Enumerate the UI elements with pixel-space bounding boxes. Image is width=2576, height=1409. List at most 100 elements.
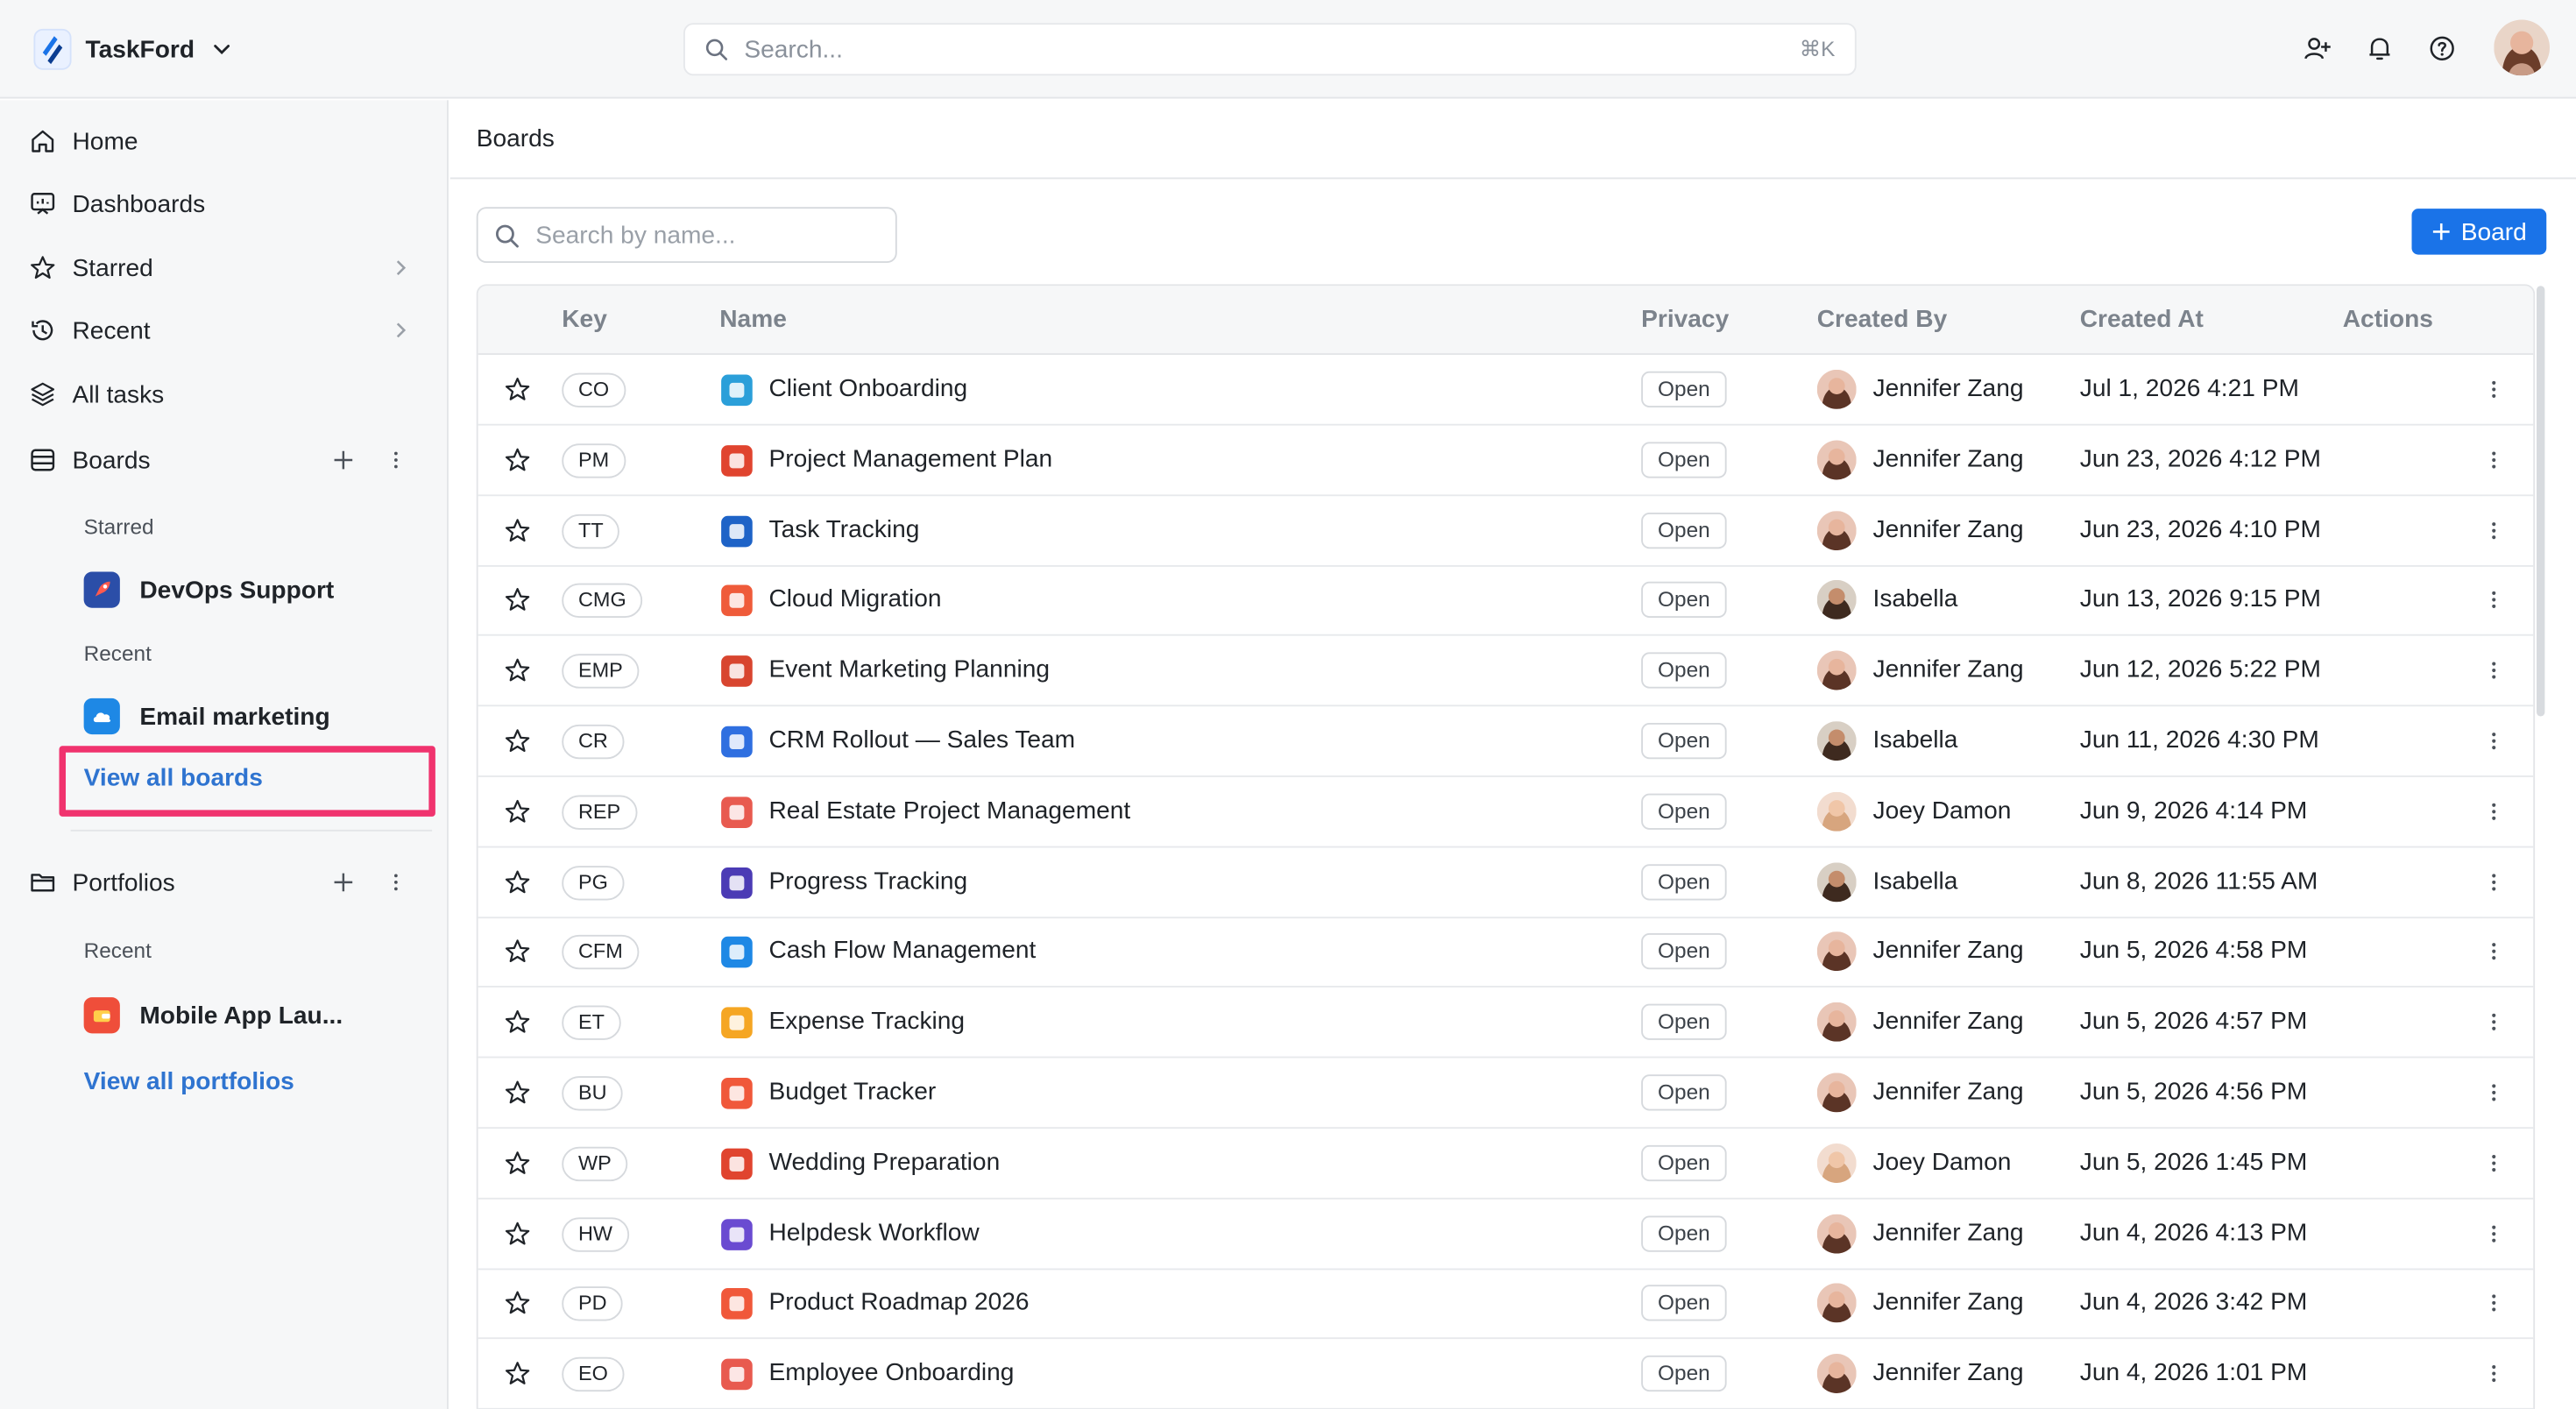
table-row[interactable]: PD Product Roadmap 2026 Open Jennifer Zang J… [478,1269,2534,1340]
sidebar-item-dashboards[interactable]: Dashboards [30,186,411,222]
board-name[interactable]: Helpdesk Workflow [769,1218,980,1246]
user-avatar[interactable] [2494,19,2550,76]
rocket-icon [83,571,120,608]
star-icon[interactable] [505,798,531,825]
more-vertical-icon[interactable] [2486,1150,2502,1176]
more-vertical-icon[interactable] [2486,798,2502,825]
app-name: TaskFord [85,35,195,64]
board-name[interactable]: Progress Tracking [769,867,968,895]
table-row[interactable]: TT Task Tracking Open Jennifer Zang Jun 23, … [478,495,2534,567]
table-row[interactable]: CR CRM Rollout — Sales Team Open Isabella Ju… [478,706,2534,777]
more-vertical-icon[interactable] [2486,1291,2502,1317]
sidebar-item-recent[interactable]: Recent [30,312,411,348]
star-icon[interactable] [505,447,531,473]
table-row[interactable]: EO Employee Onboarding Open Jennifer Zang Ju… [478,1339,2534,1409]
board-name[interactable]: CRM Rollout — Sales Team [769,726,1076,754]
star-icon[interactable] [505,1220,531,1246]
created-at-date: Jun 4, 2026 1:01 PM [2079,1358,2308,1387]
table-row[interactable]: PM Project Management Plan Open Jennifer Za… [478,425,2534,496]
board-name[interactable]: Cloud Migration [769,585,942,613]
more-vertical-icon[interactable] [385,871,407,894]
table-row[interactable]: PG Progress Tracking Open Isabella Jun 8, 20… [478,847,2534,918]
board-name[interactable]: Expense Tracking [769,1008,966,1036]
star-icon [31,256,55,279]
column-name[interactable]: Name [719,306,787,334]
sidebar-item-starred[interactable]: Starred [30,250,411,286]
add-board-button[interactable]: Board [2411,209,2547,255]
board-search[interactable] [476,207,897,263]
created-at-date: Jun 12, 2026 5:22 PM [2079,655,2321,684]
more-vertical-icon[interactable] [2486,447,2502,473]
star-icon[interactable] [505,938,531,965]
star-icon[interactable] [505,1150,531,1176]
board-name[interactable]: Budget Tracker [769,1078,937,1106]
board-search-input[interactable] [535,221,880,250]
invite-user-button[interactable] [2300,32,2333,65]
help-button[interactable] [2425,32,2459,65]
more-vertical-icon[interactable] [2486,1220,2502,1246]
table-row[interactable]: ET Expense Tracking Open Jennifer Zang Jun 5… [478,988,2534,1059]
sidebar-item-boards[interactable]: Boards [30,442,411,478]
sidebar-item-portfolios[interactable]: Portfolios [30,864,411,900]
board-key-badge: CR [562,724,625,760]
star-icon[interactable] [505,587,531,613]
more-vertical-icon[interactable] [2486,938,2502,965]
table-row[interactable]: REP Real Estate Project Management Open Joe… [478,776,2534,848]
board-name[interactable]: Task Tracking [769,515,920,543]
workspace-switcher[interactable]: TaskFord [33,28,235,71]
sidebar-item-all-tasks[interactable]: All tasks [30,376,411,412]
board-icon [721,1358,753,1391]
sidebar-board-email-marketing[interactable]: Email marketing [83,697,330,735]
star-icon[interactable] [505,1361,531,1387]
table-row[interactable]: WP Wedding Preparation Open Joey Damon Jun 5… [478,1129,2534,1200]
more-vertical-icon[interactable] [2486,1080,2502,1106]
column-created-at[interactable]: Created At [2080,306,2204,334]
board-name[interactable]: Client Onboarding [769,375,968,403]
star-icon[interactable] [505,728,531,754]
board-name[interactable]: Real Estate Project Management [769,797,1131,825]
board-name[interactable]: Cash Flow Management [769,937,1037,965]
more-vertical-icon[interactable] [2486,376,2502,402]
notifications-button[interactable] [2362,32,2396,65]
more-vertical-icon[interactable] [2486,728,2502,754]
star-icon[interactable] [505,1291,531,1317]
board-name[interactable]: Wedding Preparation [769,1148,1001,1176]
table-row[interactable]: CMG Cloud Migration Open Isabella Jun 13, 20… [478,566,2534,637]
sidebar-board-devops-support[interactable]: DevOps Support [83,571,334,608]
more-vertical-icon[interactable] [2486,1009,2502,1036]
star-icon[interactable] [505,517,531,543]
board-name[interactable]: Product Roadmap 2026 [769,1289,1030,1317]
board-name[interactable]: Event Marketing Planning [769,655,1051,683]
global-search[interactable]: ⌘K [683,23,1857,76]
star-icon[interactable] [505,1080,531,1106]
add-portfolio-icon[interactable] [332,871,355,894]
star-icon[interactable] [505,1009,531,1036]
column-created-by[interactable]: Created By [1817,306,1948,334]
global-search-input[interactable] [744,35,1800,64]
column-privacy[interactable]: Privacy [1641,306,1729,334]
created-at-date: Jun 5, 2026 4:56 PM [2079,1078,2308,1106]
more-vertical-icon[interactable] [2486,657,2502,683]
star-icon[interactable] [505,868,531,895]
more-vertical-icon[interactable] [385,449,407,471]
add-board-icon[interactable] [332,449,355,471]
table-row[interactable]: CO Client Onboarding Open Jennifer Zang Jul … [478,355,2534,426]
board-name[interactable]: Employee Onboarding [769,1359,1015,1387]
table-row[interactable]: HW Helpdesk Workflow Open Jennifer Zang Jun … [478,1199,2534,1270]
sidebar-item-home[interactable]: Home [30,124,411,159]
column-key[interactable]: Key [562,306,607,334]
more-vertical-icon[interactable] [2486,517,2502,543]
table-row[interactable]: BU Budget Tracker Open Jennifer Zang Jun 5, … [478,1059,2534,1129]
sidebar-portfolio-mobile-app[interactable]: Mobile App Lau... [83,997,343,1034]
more-vertical-icon[interactable] [2486,1361,2502,1387]
table-row[interactable]: CFM Cash Flow Management Open Jennifer Zang… [478,917,2534,988]
table-row[interactable]: EMP Event Marketing Planning Open Jennifer … [478,636,2534,707]
more-vertical-icon[interactable] [2486,587,2502,613]
table-scrollbar[interactable] [2537,286,2545,717]
more-vertical-icon[interactable] [2486,868,2502,895]
view-all-portfolios-link[interactable]: View all portfolios [84,1068,294,1096]
star-icon[interactable] [505,657,531,683]
view-all-boards-link[interactable]: View all boards [84,764,263,792]
star-icon[interactable] [505,376,531,402]
board-name[interactable]: Project Management Plan [769,445,1053,473]
